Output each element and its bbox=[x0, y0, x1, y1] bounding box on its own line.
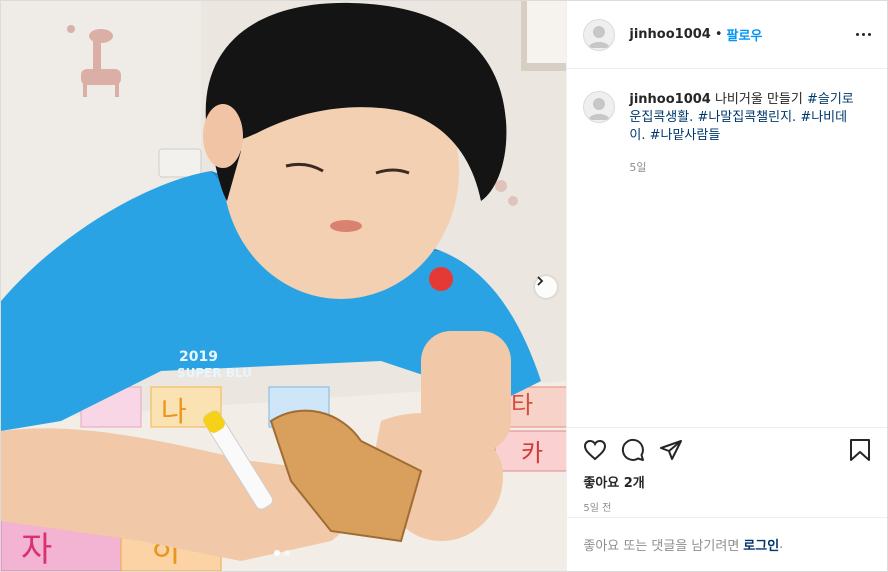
likes-count[interactable]: 좋아요 2개 bbox=[583, 472, 871, 491]
photo-illustration: 나 자 하 타 카 2019 SUPER BLU bbox=[1, 1, 567, 571]
separator-dot: • bbox=[714, 27, 723, 42]
more-options-button[interactable] bbox=[856, 27, 871, 42]
post-card: 나 자 하 타 카 2019 SUPER BLU jinhoo1004 • 팔로… bbox=[0, 0, 888, 572]
heart-icon bbox=[584, 439, 607, 461]
bookmark-icon bbox=[850, 439, 870, 461]
comments-section: jinhoo1004 나비거울 만들기 #슬기로운집콕생활. #나말집콕챌린지.… bbox=[567, 69, 887, 427]
carousel-dot-active bbox=[274, 550, 280, 556]
post-sidebar: jinhoo1004 • 팔로우 jinhoo1004 나비거울 만들기 #슬기… bbox=[566, 1, 887, 571]
like-button[interactable] bbox=[583, 438, 607, 462]
caption-username[interactable]: jinhoo1004 bbox=[629, 92, 710, 107]
svg-text:카: 카 bbox=[521, 439, 543, 467]
post-image[interactable]: 나 자 하 타 카 2019 SUPER BLU bbox=[1, 1, 567, 571]
hashtag-link[interactable]: #나말집콕챌린지. bbox=[697, 110, 796, 125]
more-dot bbox=[862, 33, 865, 36]
hashtag-link[interactable]: #나맡사람들 bbox=[650, 128, 721, 143]
chevron-right-icon bbox=[537, 276, 544, 286]
avatar[interactable] bbox=[583, 18, 616, 51]
avatar[interactable] bbox=[583, 91, 616, 123]
follow-button[interactable]: 팔로우 bbox=[727, 25, 763, 44]
login-suffix: . bbox=[779, 537, 784, 552]
comment-button[interactable] bbox=[621, 438, 645, 462]
username-link[interactable]: jinhoo1004 bbox=[629, 27, 710, 42]
svg-text:2019: 2019 bbox=[179, 349, 218, 365]
post-header: jinhoo1004 • 팔로우 bbox=[567, 1, 887, 69]
default-avatar-icon bbox=[588, 25, 611, 48]
save-button[interactable] bbox=[849, 438, 871, 462]
svg-text:자: 자 bbox=[21, 530, 52, 570]
caption-time[interactable]: 5일 bbox=[629, 159, 857, 177]
default-avatar-icon bbox=[588, 98, 611, 120]
caption-text: 나비거울 만들기 bbox=[714, 92, 803, 107]
share-button[interactable] bbox=[659, 438, 683, 462]
action-icons bbox=[583, 428, 871, 472]
carousel-indicator bbox=[274, 550, 290, 556]
login-link[interactable]: 로그인 bbox=[743, 535, 779, 554]
login-prompt-text: 좋아요 또는 댓글을 남기려면 bbox=[583, 539, 740, 554]
login-prompt: 좋아요 또는 댓글을 남기려면 로그인. bbox=[567, 517, 887, 571]
next-image-button[interactable] bbox=[535, 276, 557, 298]
comment-icon bbox=[622, 438, 645, 461]
svg-text:SUPER BLU: SUPER BLU bbox=[177, 366, 252, 380]
caption-body: jinhoo1004 나비거울 만들기 #슬기로운집콕생활. #나말집콕챌린지.… bbox=[629, 91, 857, 177]
carousel-dot bbox=[284, 550, 290, 556]
more-dot bbox=[868, 33, 871, 36]
more-horizontal-icon bbox=[856, 33, 859, 36]
post-date[interactable]: 5일 전 bbox=[583, 499, 871, 514]
caption-comment: jinhoo1004 나비거울 만들기 #슬기로운집콕생활. #나말집콕챌린지.… bbox=[583, 91, 871, 177]
send-icon bbox=[660, 440, 683, 460]
action-bar: 좋아요 2개 5일 전 bbox=[567, 427, 887, 517]
svg-text:나: 나 bbox=[161, 395, 187, 428]
svg-text:타: 타 bbox=[511, 391, 533, 419]
